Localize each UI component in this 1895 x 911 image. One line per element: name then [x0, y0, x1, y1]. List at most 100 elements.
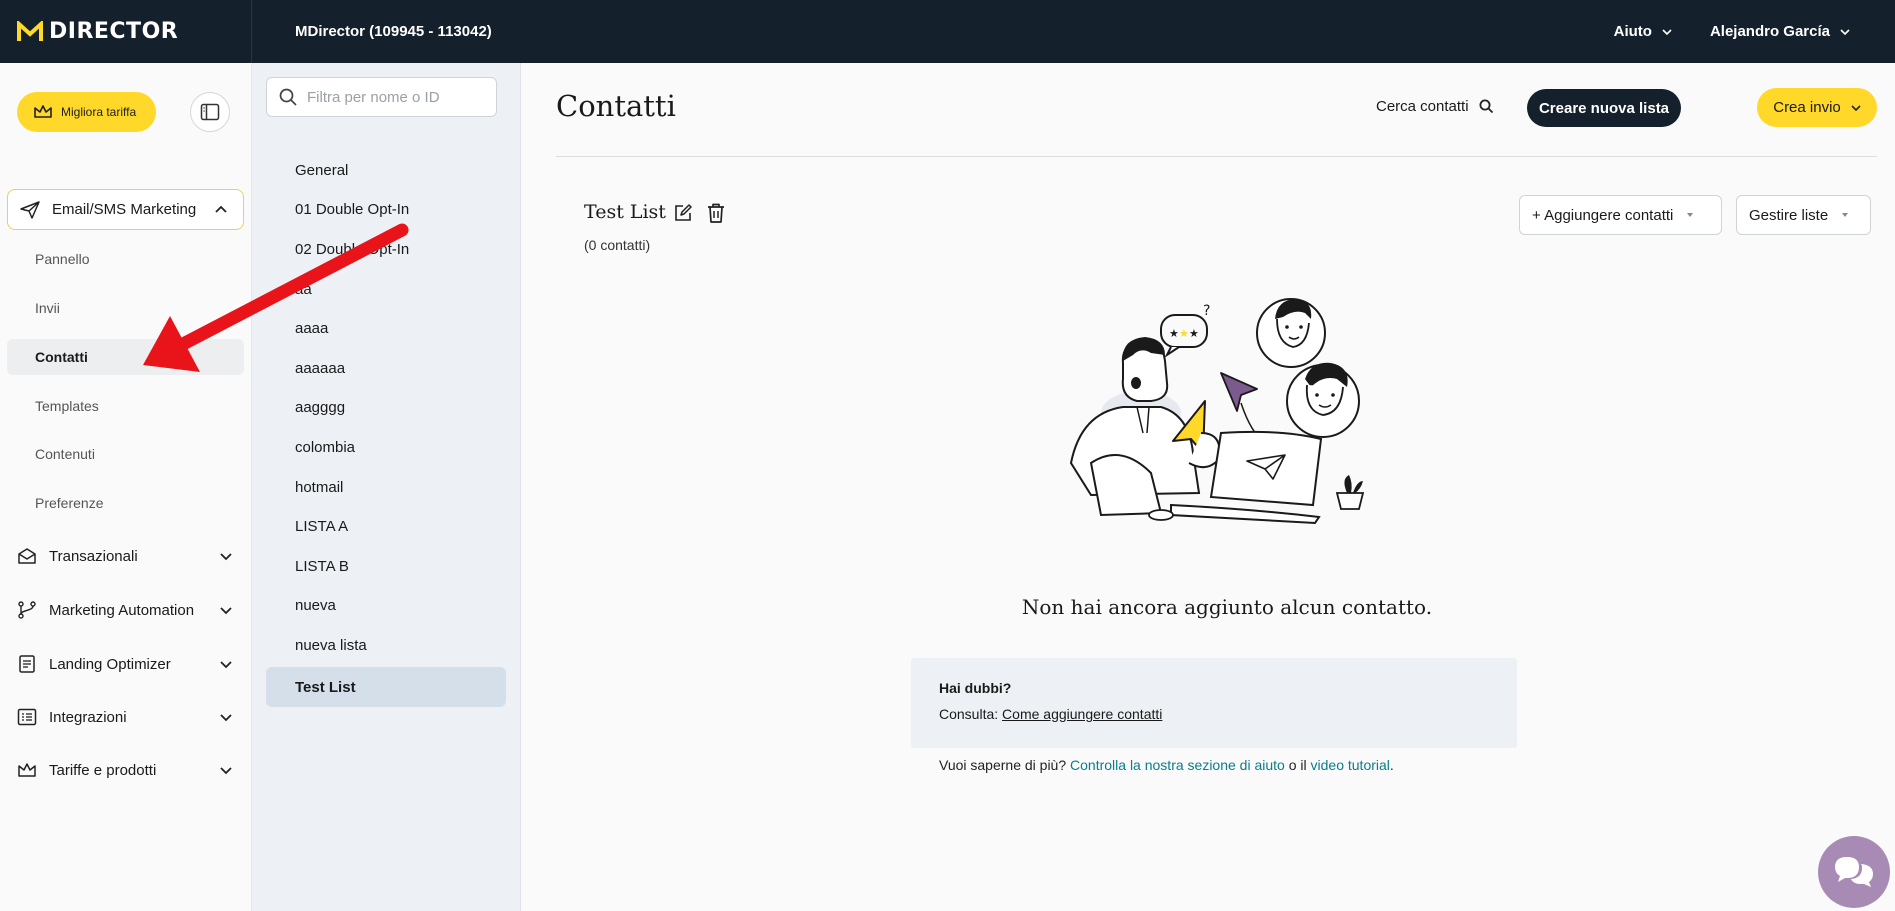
document-icon: [19, 655, 35, 673]
help-prefix: Consulta:: [939, 706, 999, 722]
create-send-label: Crea invio: [1773, 99, 1841, 116]
nav-email-sms-label: Email/SMS Marketing: [52, 201, 197, 218]
edit-icon[interactable]: [674, 204, 692, 222]
list-item[interactable]: nueva: [295, 597, 336, 614]
manage-lists-button[interactable]: Gestire liste: [1736, 195, 1871, 235]
empty-state-message: Non hai ancora aggiunto alcun contatto.: [1021, 595, 1433, 619]
sidebar-item-preferenze[interactable]: Preferenze: [35, 495, 103, 511]
caret-down-icon: [1842, 213, 1849, 217]
list-item[interactable]: colombia: [295, 439, 355, 456]
chevron-down-icon: [220, 661, 232, 669]
nav-tariffe-prodotti[interactable]: Tariffe e prodotti: [17, 761, 232, 779]
create-send-button[interactable]: Crea invio: [1757, 88, 1877, 127]
crown-icon: [18, 763, 36, 777]
contact-count: (0 contatti): [584, 237, 651, 253]
svg-text:★: ★: [1179, 327, 1189, 340]
list-item[interactable]: hotmail: [295, 479, 343, 496]
chevron-down-icon: [220, 767, 232, 775]
sidebar-item-contenuti[interactable]: Contenuti: [35, 446, 95, 462]
sidebar-panel-icon: [200, 103, 220, 121]
chevron-down-icon: [220, 714, 232, 722]
chat-bubbles-icon: [1835, 857, 1873, 887]
nav-landing-optimizer-label: Landing Optimizer: [49, 655, 171, 673]
chevron-down-icon: [1851, 104, 1861, 111]
branch-icon: [18, 601, 36, 619]
help-menu-label: Aiuto: [1613, 23, 1652, 40]
sidebar: Migliora tariffa Email/SMS Marketing Pan…: [0, 63, 252, 911]
learn-more-text: Vuoi saperne di più? Controlla la nostra…: [939, 757, 1394, 773]
list-item[interactable]: aaaa: [295, 320, 328, 337]
chevron-down-icon: [220, 607, 232, 615]
logo-text: DIRECTOR: [49, 19, 179, 44]
collapse-sidebar-button[interactable]: [190, 92, 230, 132]
nav-tariffe-prodotti-label: Tariffe e prodotti: [49, 761, 157, 779]
list-item[interactable]: 02 Double Opt-In: [295, 241, 409, 258]
list-filter-input[interactable]: [307, 88, 487, 106]
nav-integrazioni[interactable]: Integrazioni: [17, 708, 232, 726]
account-name: MDirector (109945 - 113042): [295, 23, 492, 40]
crown-icon: [34, 105, 52, 118]
list-item[interactable]: General: [295, 162, 348, 179]
sidebar-item-templates[interactable]: Templates: [35, 398, 99, 414]
page-title: Contatti: [556, 89, 676, 123]
list-icon: [17, 708, 37, 726]
envelope-open-icon: [18, 548, 36, 564]
manage-lists-label: Gestire liste: [1749, 206, 1829, 224]
add-contacts-button[interactable]: + Aggiungere contatti: [1519, 195, 1722, 235]
list-item-active[interactable]: Test List: [266, 667, 506, 707]
nav-integrazioni-label: Integrazioni: [49, 708, 127, 726]
upgrade-plan-label: Migliora tariffa: [61, 105, 137, 119]
chevron-up-icon: [215, 205, 227, 213]
sidebar-item-pannello[interactable]: Pannello: [35, 251, 90, 267]
search-contacts-label: Cerca contatti: [1376, 98, 1469, 115]
chat-button[interactable]: [1818, 836, 1890, 908]
main-content: Contatti Cerca contatti Creare nuova lis…: [521, 63, 1895, 911]
contact-lists-panel: General 01 Double Opt-In 02 Double Opt-I…: [252, 63, 521, 911]
help-section-link[interactable]: Controlla la nostra sezione di aiuto: [1070, 757, 1285, 773]
nav-transazionali-label: Transazionali: [49, 547, 138, 565]
list-item[interactable]: LISTA B: [295, 558, 349, 575]
nav-marketing-automation-label: Marketing Automation: [49, 601, 195, 619]
video-tutorial-link[interactable]: video tutorial: [1311, 757, 1390, 773]
user-menu[interactable]: Alejandro García: [1710, 23, 1850, 40]
list-item[interactable]: aagggg: [295, 399, 345, 416]
chevron-down-icon: [220, 553, 232, 561]
list-item[interactable]: nueva lista: [295, 637, 367, 654]
header-divider: [556, 156, 1877, 157]
chevron-down-icon: [1840, 28, 1850, 35]
learn-more-prefix: Vuoi saperne di più?: [939, 757, 1067, 773]
svg-text:?: ?: [1203, 303, 1210, 319]
sidebar-item-contatti[interactable]: Contatti: [7, 339, 244, 375]
help-menu[interactable]: Aiuto: [1614, 23, 1672, 40]
learn-more-suffix: .: [1389, 757, 1394, 773]
list-item[interactable]: 01 Double Opt-In: [295, 201, 409, 218]
list-title: Test List: [584, 201, 666, 223]
list-item[interactable]: LISTA A: [295, 518, 348, 535]
trash-icon[interactable]: [707, 203, 725, 223]
help-heading: Hai dubbi?: [939, 680, 1012, 696]
search-icon: [279, 88, 297, 106]
list-filter[interactable]: [266, 77, 497, 117]
upgrade-plan-button[interactable]: Migliora tariffa: [17, 92, 156, 132]
paper-plane-icon: [20, 200, 40, 219]
search-icon: [1479, 99, 1493, 114]
nav-landing-optimizer[interactable]: Landing Optimizer: [17, 655, 232, 673]
add-contacts-label: + Aggiungere contatti: [1532, 206, 1674, 224]
caret-down-icon: [1687, 213, 1694, 217]
nav-transazionali[interactable]: Transazionali: [17, 547, 232, 565]
list-item[interactable]: aaaaaa: [295, 360, 345, 377]
logo[interactable]: DIRECTOR: [0, 0, 252, 63]
how-to-add-contacts-link[interactable]: Come aggiungere contatti: [1002, 706, 1162, 722]
nav-email-sms-marketing[interactable]: Email/SMS Marketing: [7, 189, 244, 230]
svg-text:★: ★: [1189, 327, 1199, 340]
help-box: Hai dubbi? Consulta: Come aggiungere con…: [911, 658, 1517, 748]
list-item[interactable]: aa: [295, 281, 312, 298]
nav-marketing-automation[interactable]: Marketing Automation: [17, 601, 232, 619]
top-bar: DIRECTOR MDirector (109945 - 113042) Aiu…: [0, 0, 1895, 63]
svg-text:★: ★: [1169, 327, 1179, 340]
learn-more-middle: o il: [1288, 757, 1307, 773]
create-list-button[interactable]: Creare nuova lista: [1527, 89, 1681, 127]
search-contacts-button[interactable]: Cerca contatti: [1376, 98, 1494, 115]
sidebar-item-invii[interactable]: Invii: [35, 300, 60, 316]
chevron-down-icon: [1662, 28, 1672, 35]
